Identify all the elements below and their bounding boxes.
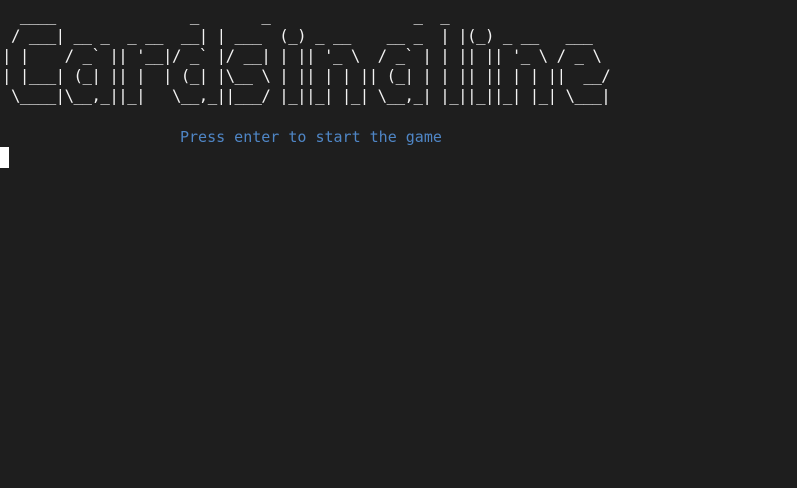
start-prompt: Press enter to start the game — [180, 128, 442, 146]
banner-line: / ___| __ _ _ __ __| | ___ (_) _ __ __ _… — [2, 26, 593, 45]
ascii-title-banner: ____ _ _ _ _ / ___| __ _ _ __ __| | ___ … — [2, 6, 611, 106]
banner-line: \____|\__,_||_| \__,_||___/ |_||_| |_| \… — [2, 86, 611, 105]
text-cursor — [0, 147, 9, 168]
terminal-window[interactable]: ____ _ _ _ _ / ___| __ _ _ __ __| | ___ … — [0, 0, 797, 488]
banner-line: | | / _` || '__|/ _` |/ __| | || '_ \ / … — [2, 46, 602, 65]
banner-line: ____ _ _ _ _ — [2, 6, 450, 25]
banner-line: | |___| (_| || | | (_| |\__ \ | || | | |… — [2, 66, 611, 85]
